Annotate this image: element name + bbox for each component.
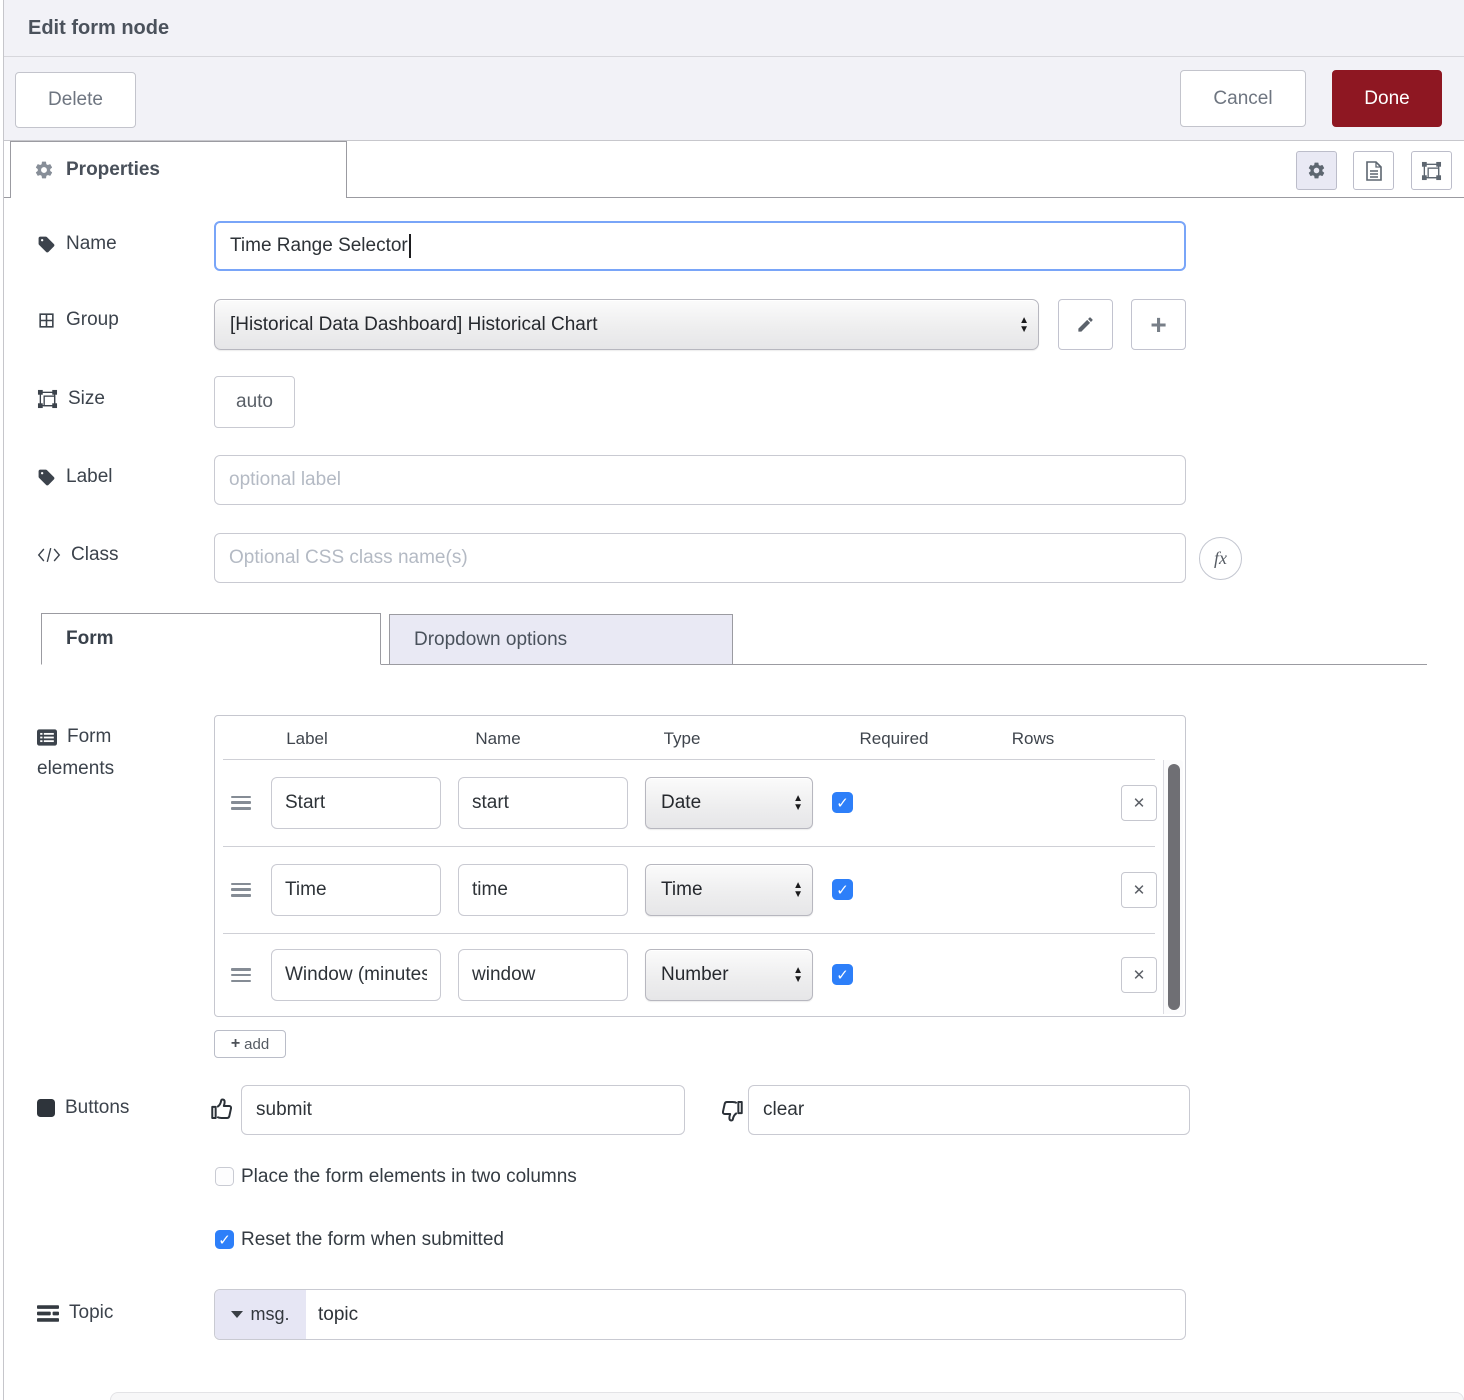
drag-handle-icon[interactable] <box>231 968 251 982</box>
list-alt-icon <box>37 728 57 746</box>
remove-row-button[interactable] <box>1121 957 1157 993</box>
caret-down-icon <box>231 1311 244 1318</box>
column-header-rows: Rows <box>1011 729 1055 748</box>
form-element-row: Date <box>215 759 1159 846</box>
topic-field-label: Topic <box>37 1302 113 1324</box>
form-elements-label: Form elements <box>37 726 115 779</box>
drag-handle-icon[interactable] <box>231 882 251 897</box>
select-spinner-icon <box>793 881 803 899</box>
element-name-input[interactable] <box>458 863 628 916</box>
tasks-icon <box>37 1304 59 1322</box>
next-section-edge <box>110 1392 1464 1400</box>
form-elements-list: Label Name Type Required Rows Date Time <box>214 715 1186 1017</box>
thumbs-down-icon <box>721 1101 743 1122</box>
tab-properties-label: Properties <box>66 159 160 180</box>
select-spinner-icon <box>1019 316 1029 334</box>
column-header-name: Name <box>475 729 521 748</box>
select-spinner-icon <box>793 966 803 984</box>
thumbs-up-icon <box>211 1098 233 1119</box>
size-field-label: Size <box>37 388 105 410</box>
table-icon <box>39 312 54 328</box>
element-type-select[interactable]: Number <box>645 949 813 1001</box>
element-name-input[interactable] <box>458 949 628 1001</box>
group-select-value: [Historical Data Dashboard] Historical C… <box>230 313 598 335</box>
required-checkbox[interactable] <box>832 792 853 813</box>
dialog-header: Edit form node <box>4 0 1464 57</box>
edit-group-button[interactable] <box>1058 299 1113 350</box>
required-checkbox[interactable] <box>832 879 853 900</box>
form-element-row: Time <box>215 846 1159 933</box>
submit-button-input[interactable] <box>241 1085 685 1135</box>
remove-row-button[interactable] <box>1121 784 1157 821</box>
group-field-label: Group <box>37 309 119 331</box>
gear-icon <box>1308 162 1325 179</box>
reset-form-checkbox[interactable] <box>215 1230 234 1249</box>
done-button[interactable]: Done <box>1332 70 1442 127</box>
edit-form-node-dialog: Edit form node Delete Cancel Done Proper… <box>0 0 1464 1400</box>
gear-icon <box>35 161 53 179</box>
code-icon <box>37 547 61 563</box>
element-label-input[interactable] <box>271 949 441 1001</box>
element-label-input[interactable] <box>271 776 441 829</box>
dialog-title: Edit form node <box>28 17 170 39</box>
object-frame-icon <box>37 389 58 409</box>
two-columns-label: Place the form elements in two columns <box>241 1166 577 1187</box>
form-element-row: Number <box>215 933 1159 1017</box>
scrollbar-thumb[interactable] <box>1168 764 1180 1010</box>
element-type-select[interactable]: Date <box>645 776 813 829</box>
properties-tab-row: Properties <box>4 141 1464 198</box>
buttons-field-label: Buttons <box>37 1097 129 1119</box>
tag-icon <box>38 236 55 252</box>
class-field-label: Class <box>37 544 119 566</box>
select-spinner-icon <box>793 794 803 812</box>
dialog-button-bar: Delete Cancel Done <box>4 57 1464 141</box>
tab-dropdown-options[interactable]: Dropdown options <box>389 614 733 664</box>
text-caret <box>408 234 411 258</box>
topic-input[interactable]: msg. topic <box>214 1289 1186 1340</box>
column-header-label: Label <box>286 729 328 748</box>
pencil-icon <box>1078 317 1093 332</box>
class-input[interactable] <box>214 533 1186 583</box>
tag-icon <box>38 469 55 485</box>
group-select[interactable]: [Historical Data Dashboard] Historical C… <box>214 299 1039 350</box>
name-input-value: Time Range Selector <box>230 235 408 256</box>
remove-row-button[interactable] <box>1121 871 1157 908</box>
column-header-required: Required <box>859 729 929 748</box>
required-checkbox[interactable] <box>832 964 853 985</box>
element-name-input[interactable] <box>458 776 628 829</box>
tab-properties[interactable]: Properties <box>10 141 347 198</box>
document-icon <box>1365 160 1382 181</box>
delete-button[interactable]: Delete <box>15 72 136 128</box>
tray-border <box>3 0 4 1400</box>
name-input[interactable]: Time Range Selector <box>214 221 1186 271</box>
cancel-button[interactable]: Cancel <box>1180 70 1306 127</box>
description-section-button[interactable] <box>1353 151 1394 190</box>
topic-type-select[interactable]: msg. <box>215 1290 306 1339</box>
appearance-section-button[interactable] <box>1411 151 1452 190</box>
object-frame-icon <box>1421 161 1442 180</box>
tab-form[interactable]: Form <box>41 613 381 665</box>
fx-expression-button[interactable]: fx <box>1199 537 1242 580</box>
two-columns-checkbox[interactable] <box>215 1167 234 1186</box>
properties-section-button[interactable] <box>1296 151 1337 190</box>
name-field-label: Name <box>37 233 117 255</box>
fx-icon: fx <box>1214 548 1227 568</box>
column-header-type: Type <box>663 729 701 748</box>
size-auto-button[interactable]: auto <box>214 376 295 428</box>
label-input[interactable] <box>214 455 1186 505</box>
scrollbar[interactable] <box>1163 760 1183 1014</box>
topic-prefix-label: msg. <box>250 1304 290 1324</box>
label-field-label: Label <box>37 466 113 488</box>
element-label-input[interactable] <box>271 863 441 916</box>
add-element-button[interactable]: add <box>214 1030 286 1058</box>
clear-button-input[interactable] <box>748 1085 1190 1135</box>
topic-value: topic <box>318 1303 359 1325</box>
add-group-button[interactable] <box>1131 299 1186 350</box>
reset-form-label: Reset the form when submitted <box>241 1229 504 1250</box>
element-type-select[interactable]: Time <box>645 863 813 916</box>
square-icon <box>37 1099 55 1117</box>
drag-handle-icon[interactable] <box>231 795 251 810</box>
